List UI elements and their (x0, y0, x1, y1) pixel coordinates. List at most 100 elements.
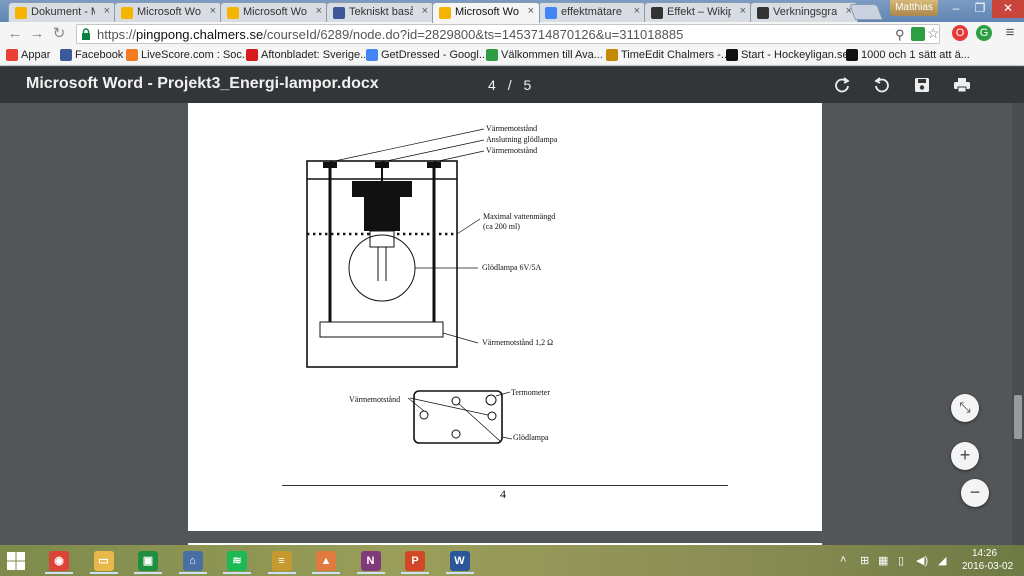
bookmark-item[interactable]: Välkommen till Ava... (486, 49, 603, 63)
url-scheme: https:// (97, 27, 137, 42)
taskbar-app-home[interactable]: ⌂ (176, 548, 210, 574)
label-bulb: Glödlampa 6V/5A (482, 263, 542, 272)
bookmark-item[interactable]: Aftonbladet: Sverige... (246, 49, 369, 63)
current-page[interactable]: 4 (488, 77, 496, 93)
onenote-icon: N (360, 551, 381, 571)
tab-close-icon[interactable]: × (104, 5, 110, 17)
tab-label: effektmätare (561, 6, 622, 18)
bookmark-item[interactable]: LiveScore.com : Soc... (126, 49, 251, 63)
label-heater-bottom: Värmemotstånd 1,2 Ω (482, 338, 553, 347)
taskbar-app-store[interactable]: ▣ (131, 548, 165, 574)
search-icon[interactable]: ⚲ (895, 27, 905, 43)
save-icon[interactable] (912, 75, 932, 95)
menu-icon[interactable]: ≡ (1002, 25, 1018, 41)
tab-close-icon[interactable]: × (528, 5, 534, 17)
drive-icon (439, 7, 451, 19)
grammarly-icon[interactable]: G (976, 25, 992, 41)
fit-to-page-button[interactable]: ⤡ (951, 394, 979, 422)
drive-icon (227, 7, 239, 19)
browser-tab[interactable]: Tekniskt basår × (326, 2, 434, 22)
volume-icon[interactable]: ◀) (916, 554, 928, 567)
bookmark-label: LiveScore.com : Soc... (141, 49, 252, 61)
bookmark-item[interactable]: Start - Hockeyligan.se (726, 49, 849, 63)
back-button[interactable]: ← (6, 25, 24, 43)
word-icon: W (449, 551, 470, 571)
rotate-counterclockwise-icon[interactable] (872, 75, 892, 95)
address-bar[interactable]: https://pingpong.chalmers.se/courseId/62… (76, 24, 940, 44)
drive-icon (15, 7, 27, 19)
pdf-viewer[interactable]: Värmemotstånd Anslutning glödlampa Värme… (0, 103, 1024, 545)
label-bulb-connection: Anslutning glödlampa (486, 135, 558, 144)
minimize-button[interactable]: – (944, 0, 968, 18)
windows-start-icon[interactable] (6, 551, 26, 571)
browser-tab[interactable]: Microsoft Wor × (432, 2, 540, 23)
browser-tab[interactable]: Microsoft Wor × (220, 2, 328, 22)
browser-tab[interactable]: effektmätare × (538, 2, 646, 22)
bookmark-label: 1000 och 1 sätt att ä... (861, 49, 970, 61)
bookmark-item[interactable]: 1000 och 1 sätt att ä... (846, 49, 970, 63)
taskbar-app-notes[interactable]: ≡ (265, 548, 299, 574)
close-window-button[interactable]: ✕ (992, 0, 1024, 18)
bookmark-star-icon[interactable]: ☆ (927, 25, 940, 42)
new-tab-button[interactable] (849, 4, 883, 20)
opera-icon[interactable]: O (952, 25, 968, 41)
wikipedia-icon (651, 7, 663, 19)
browser-tab[interactable]: Effekt – Wikipe × (644, 2, 752, 22)
extension-icon[interactable] (911, 27, 925, 41)
tray-windows-icon[interactable]: ⊞ (860, 554, 869, 567)
tab-close-icon[interactable]: × (634, 5, 640, 17)
tab-close-icon[interactable]: × (740, 5, 746, 17)
browser-tab[interactable]: Verkningsgrad × (750, 2, 858, 22)
battery-icon[interactable]: ▯ (898, 554, 904, 567)
running-indicator (223, 572, 251, 574)
running-indicator (312, 572, 340, 574)
url-text: https://pingpong.chalmers.se/courseId/62… (97, 27, 683, 42)
forward-button[interactable]: → (28, 25, 46, 43)
browser-tab[interactable]: Dokument - M × (8, 2, 116, 22)
scrollbar-thumb[interactable] (1014, 395, 1022, 439)
rotate-clockwise-icon[interactable] (832, 75, 852, 95)
taskbar-app-spotify[interactable]: ≋ (220, 548, 254, 574)
taskbar-app-chrome[interactable]: ◉ (42, 548, 76, 574)
bookmark-label: Välkommen till Ava... (501, 49, 603, 61)
bookmarks-bar: Appar Facebook LiveScore.com : Soc... Afton… (0, 46, 1024, 66)
top-view-heater-left (419, 410, 429, 420)
pdf-page: Värmemotstånd Anslutning glödlampa Värme… (188, 103, 822, 531)
browser-toolbar: ← → ↻ https://pingpong.chalmers.se/cours… (0, 22, 1024, 46)
label-heater-top-2: Värmemotstånd (486, 146, 537, 155)
running-indicator (356, 572, 385, 574)
taskbar-app-onenote[interactable]: N (354, 548, 388, 574)
label-thermometer: Termometer (511, 388, 550, 397)
tray-expand-icon[interactable]: ˄ (840, 554, 846, 566)
bookmark-item[interactable]: TimeEdit Chalmers -... (606, 49, 730, 63)
zoom-in-button[interactable]: + (951, 442, 979, 470)
tab-close-icon[interactable]: × (210, 5, 216, 17)
browser-tab[interactable]: Microsoft Wor × (114, 2, 222, 22)
clock-time[interactable]: 14:26 (972, 548, 997, 559)
taskbar-app-word[interactable]: W (443, 548, 477, 574)
tab-label: Tekniskt basår (349, 6, 413, 18)
wifi-icon[interactable]: ◢ (938, 554, 946, 567)
clock-date[interactable]: 2016-03-02 (962, 561, 1013, 572)
profile-badge[interactable]: Matthias (890, 0, 938, 16)
reload-button[interactable]: ↻ (50, 25, 68, 43)
taskbar-app-photos[interactable]: ▲ (309, 548, 343, 574)
print-icon[interactable] (952, 75, 972, 95)
zoom-out-button[interactable]: − (961, 479, 989, 507)
bookmark-item[interactable]: GetDressed - Googl... (366, 49, 488, 63)
bookmark-item[interactable]: Appar (6, 49, 50, 63)
apps-icon (6, 49, 18, 61)
footer-rule (282, 485, 728, 486)
tray-app-icon[interactable]: ▦ (878, 554, 888, 567)
taskbar-app-powerpoint[interactable]: P (398, 548, 432, 574)
running-indicator (267, 572, 296, 574)
tab-strip: Dokument - M × Microsoft Wor × Microsoft Wor… (0, 0, 1024, 23)
tab-label: Dokument - M (31, 6, 95, 18)
maximize-button[interactable]: ❐ (968, 0, 992, 18)
tab-close-icon[interactable]: × (422, 5, 428, 17)
taskbar-app-explorer[interactable]: ▭ (87, 548, 121, 574)
tab-close-icon[interactable]: × (316, 5, 322, 17)
bookmark-item[interactable]: Facebook (60, 49, 123, 63)
scrollbar[interactable] (1012, 103, 1024, 545)
running-indicator (89, 572, 118, 574)
